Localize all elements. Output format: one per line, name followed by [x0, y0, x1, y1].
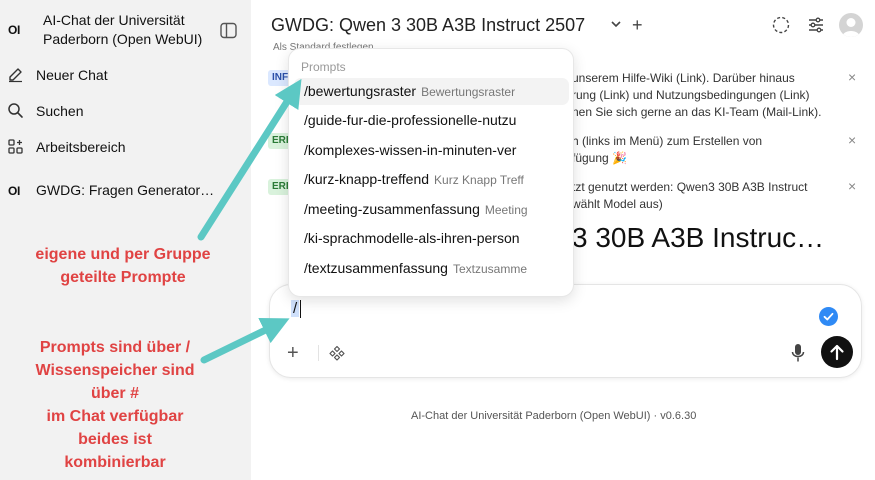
prompt-command: /ki-sprachmodelle-als-ihren-person — [304, 230, 520, 246]
brand-header[interactable]: OI AI-Chat der Universität Paderborn (Op… — [0, 10, 251, 50]
annotation-line: über # — [90, 385, 139, 402]
search-button[interactable]: Suchen — [0, 96, 251, 126]
footer-version: AI-Chat der Universität Paderborn (Open … — [411, 410, 697, 422]
controls-icon[interactable] — [806, 15, 826, 35]
workspace-icon — [7, 138, 24, 155]
banner-line: h (links im Menü) zum Erstellen von — [572, 134, 763, 148]
prompt-title: Kurz Knapp Treff — [434, 173, 524, 187]
tools-icon[interactable] — [329, 345, 345, 361]
chat-input-box: / + — [269, 284, 862, 378]
annotation-usage: Prompts sind über / Wissenspeicher sind … — [10, 336, 220, 474]
text-caret — [300, 300, 301, 318]
temporary-chat-icon[interactable] — [771, 15, 791, 35]
chat-input-field[interactable]: / — [291, 300, 300, 317]
sidebar-item-label: Arbeitsbereich — [36, 139, 126, 155]
banner-text: unserem Hilfe-Wiki (Link). Darüber hinau… — [572, 70, 840, 121]
annotation-line: beides ist — [78, 431, 152, 448]
check-icon[interactable] — [819, 307, 838, 326]
annotation-shared-prompts: eigene und per Gruppe geteilte Prompte — [35, 246, 211, 286]
prompts-menu: Prompts /bewertungsraster Bewertungsraste… — [288, 48, 574, 297]
model-heading: 3 30B A3B Instruc… — [572, 222, 825, 253]
close-icon[interactable]: × — [848, 133, 856, 147]
prompt-title: Meeting — [484, 203, 528, 217]
close-icon[interactable]: × — [848, 179, 856, 193]
app-logo-icon: OI — [8, 23, 21, 37]
annotation-line: im Chat verfügbar — [46, 408, 184, 425]
prompt-title: Bewertungsraster — [421, 85, 516, 99]
prompt-command: /komplexes-wissen-in-minuten-ver — [304, 142, 517, 158]
divider — [318, 345, 319, 361]
prompt-command: /guide-fur-die-professionelle-nutzu — [304, 112, 517, 128]
close-icon[interactable]: × — [848, 70, 856, 84]
banner-line: tzt genutzt werden: Qwen3 30B A3B Instru… — [572, 180, 808, 194]
model-logo-icon: OI — [8, 184, 21, 198]
send-button[interactable] — [821, 336, 853, 368]
prompt-item[interactable]: /kurz-knapp-treffend Kurz Knapp Treff — [294, 166, 569, 193]
annotation-line: Prompts sind über / — [39, 339, 191, 356]
add-attachment-button[interactable]: + — [287, 343, 299, 363]
prompt-title: Textzusamme — [452, 262, 527, 276]
prompt-command: /kurz-knapp-treffend — [304, 171, 430, 187]
prompt-item[interactable]: /ki-sprachmodelle-als-ihren-person — [294, 225, 569, 252]
prompt-command: /textzusammenfassung — [304, 260, 448, 276]
banner-line: rung (Link) und Nutzungsbedingungen (Lin… — [572, 88, 810, 102]
workspace-button[interactable]: Arbeitsbereich — [0, 132, 251, 162]
annotation-line: kombinierbar — [64, 454, 166, 471]
banner-line: wählt Model aus) — [572, 197, 663, 211]
sidebar-item-label: Neuer Chat — [36, 67, 108, 83]
sidebar-item-label: Suchen — [36, 103, 84, 119]
chat-history-item[interactable]: OI GWDG: Fragen Generator… — [0, 175, 251, 205]
banner-line: fügung 🎉 — [572, 151, 627, 165]
sidebar: OI AI-Chat der Universität Paderborn (Op… — [0, 0, 251, 480]
annotation-line: Wissenspeicher sind — [35, 362, 195, 379]
prompt-command: /bewertungsraster — [304, 83, 417, 99]
search-icon — [7, 102, 24, 119]
model-selector[interactable]: GWDG: Qwen 3 30B A3B Instruct 2507 — [271, 15, 585, 36]
menu-header: Prompts — [301, 60, 346, 74]
banner-text: tzt genutzt werden: Qwen3 30B A3B Instru… — [572, 179, 840, 213]
prompt-command: /meeting-zusammenfassung — [304, 201, 480, 217]
app-name: AI-Chat der Universität Paderborn (Open … — [43, 12, 203, 47]
edit-icon — [7, 66, 24, 83]
user-avatar[interactable] — [839, 13, 863, 37]
prompt-item[interactable]: /textzusammenfassung Textzusamme — [294, 255, 569, 282]
sidebar-toggle-icon[interactable] — [219, 21, 238, 40]
prompt-item[interactable]: /bewertungsraster Bewertungsraster — [294, 78, 569, 105]
prompt-item[interactable]: /meeting-zusammenfassung Meeting — [294, 196, 569, 223]
add-model-button[interactable]: + — [632, 16, 643, 34]
new-chat-button[interactable]: Neuer Chat — [0, 60, 251, 90]
microphone-icon[interactable] — [791, 343, 805, 363]
prompt-item[interactable]: /komplexes-wissen-in-minuten-ver — [294, 137, 569, 164]
chevron-down-icon[interactable] — [610, 18, 622, 30]
banner-line: nen Sie sich gerne an das KI-Team (Mail-… — [572, 105, 822, 119]
chat-title: GWDG: Fragen Generator… — [36, 182, 215, 198]
banner-line: unserem Hilfe-Wiki (Link). Darüber hinau… — [572, 71, 795, 85]
banner-text: h (links im Menü) zum Erstellen von fügu… — [572, 133, 840, 167]
prompt-item[interactable]: /guide-fur-die-professionelle-nutzu — [294, 107, 569, 134]
